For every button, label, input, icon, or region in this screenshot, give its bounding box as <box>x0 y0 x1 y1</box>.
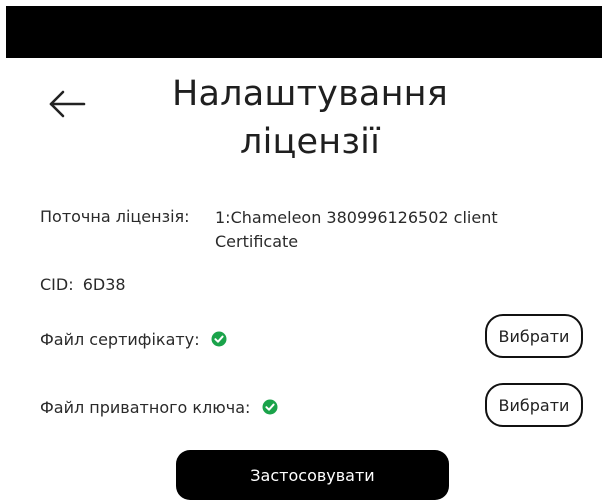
current-license-value-line-2: Certificate <box>215 232 299 251</box>
private-key-file-row: Файл приватного ключа: <box>40 397 278 419</box>
page-title-line-2: ліцензії <box>240 122 380 162</box>
current-license-value: 1:Chameleon 380996126502 client Certific… <box>215 206 565 254</box>
check-circle-icon <box>262 399 277 415</box>
certificate-file-label: Файл сертифікату: <box>40 330 200 349</box>
apply-button[interactable]: Застосовувати <box>176 450 449 500</box>
cid-row: CID: 6D38 <box>40 274 126 296</box>
certificate-file-row: Файл сертифікату: <box>40 329 227 351</box>
back-button[interactable] <box>40 84 96 124</box>
private-key-file-label: Файл приватного ключа: <box>40 398 251 417</box>
top-bar <box>6 6 602 58</box>
arrow-left-icon <box>49 90 86 118</box>
current-license-label: Поточна ліцензія: <box>40 207 190 226</box>
license-settings-screen: Налаштування ліцензії Поточна ліцензія: … <box>0 0 608 501</box>
cid-value: 6D38 <box>82 275 126 294</box>
cid-label: CID: <box>40 275 74 294</box>
check-circle-icon <box>211 331 227 347</box>
choose-private-key-button[interactable]: Вибрати <box>485 383 583 427</box>
choose-certificate-button[interactable]: Вибрати <box>485 314 583 358</box>
current-license-value-line-1: 1:Chameleon 380996126502 client <box>215 208 498 227</box>
page-title-line-1: Налаштування <box>171 74 448 114</box>
page-title: Налаштування ліцензії <box>140 70 480 166</box>
